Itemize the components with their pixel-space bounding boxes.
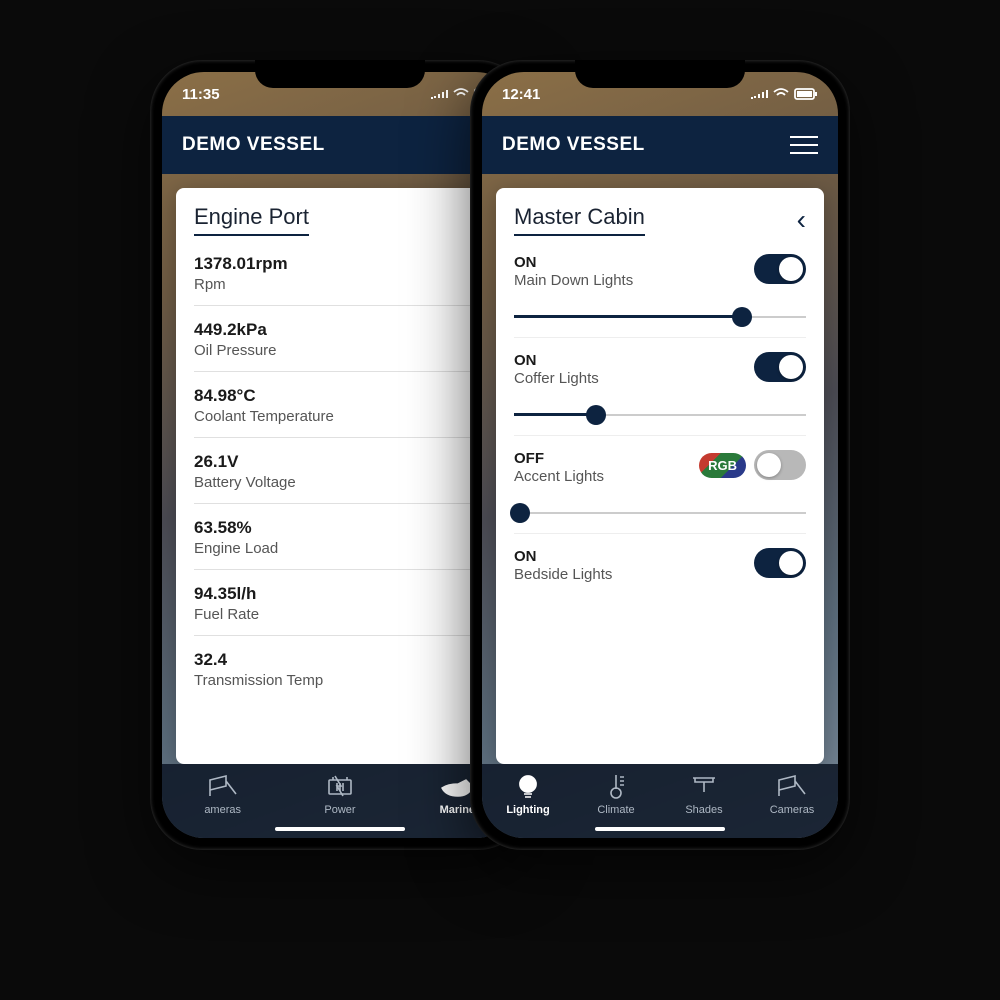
rgb-badge[interactable]: RGB <box>699 453 746 478</box>
bulb-icon <box>511 772 545 800</box>
phone-right: 12:41 DEMO VESSEL Master Cabin ‹ ON <box>470 60 850 850</box>
signal-icon <box>750 88 768 100</box>
metric-row: 63.58% Engine Load <box>194 504 486 570</box>
home-indicator <box>595 827 725 831</box>
tab-label: Shades <box>685 804 722 816</box>
tab-battery[interactable]: Power <box>307 772 373 816</box>
light-name: Bedside Lights <box>514 566 612 583</box>
content: Master Cabin ‹ ON Main Down Lights ON Co… <box>482 174 838 764</box>
light-toggle[interactable] <box>754 450 806 480</box>
light-toggle[interactable] <box>754 352 806 382</box>
screen: 12:41 DEMO VESSEL Master Cabin ‹ ON <box>482 72 838 838</box>
status-time: 11:35 <box>182 86 242 103</box>
app-header: DEMO VESSEL <box>162 116 518 174</box>
light-row: ON Main Down Lights <box>514 240 806 338</box>
tab-label: Lighting <box>506 804 549 816</box>
engine-card: Engine Port 1378.01rpm Rpm449.2kPa Oil P… <box>176 188 504 764</box>
app-title: DEMO VESSEL <box>502 134 645 156</box>
light-row: ON Bedside Lights <box>514 534 806 593</box>
metric-row: 94.35l/h Fuel Rate <box>194 570 486 636</box>
tab-label: Climate <box>597 804 634 816</box>
tab-thermo[interactable]: Climate <box>583 772 649 816</box>
metric-label: Rpm <box>194 276 486 293</box>
screen: 11:35 DEMO VESSEL Engine Port 1378.01rpm… <box>162 72 518 838</box>
signal-icon <box>430 88 448 100</box>
app-title: DEMO VESSEL <box>182 134 325 156</box>
metric-label: Engine Load <box>194 540 486 557</box>
metric-label: Coolant Temperature <box>194 408 486 425</box>
metric-label: Transmission Temp <box>194 672 486 689</box>
lighting-card: Master Cabin ‹ ON Main Down Lights ON Co… <box>496 188 824 764</box>
metric-row: 1378.01rpm Rpm <box>194 240 486 306</box>
content: Engine Port 1378.01rpm Rpm449.2kPa Oil P… <box>162 174 518 764</box>
brightness-slider[interactable] <box>514 503 806 523</box>
metric-value: 1378.01rpm <box>194 254 486 274</box>
metric-value: 63.58% <box>194 518 486 538</box>
camera-icon <box>775 772 809 800</box>
metric-value: 94.35l/h <box>194 584 486 604</box>
metric-row: 84.98°C Coolant Temperature <box>194 372 486 438</box>
light-state: ON <box>514 548 612 565</box>
tab-bulb[interactable]: Lighting <box>495 772 561 816</box>
light-name: Accent Lights <box>514 468 604 485</box>
light-row: ON Coffer Lights <box>514 338 806 436</box>
back-button[interactable]: ‹ <box>797 204 806 236</box>
battery-icon <box>794 88 818 100</box>
tab-shade[interactable]: Shades <box>671 772 737 816</box>
light-name: Main Down Lights <box>514 272 633 289</box>
metric-value: 32.4 <box>194 650 486 670</box>
light-toggle[interactable] <box>754 254 806 284</box>
card-title: Engine Port <box>194 204 309 236</box>
light-name: Coffer Lights <box>514 370 599 387</box>
notch <box>575 60 745 88</box>
app-header: DEMO VESSEL <box>482 116 838 174</box>
battery-icon <box>323 772 357 800</box>
tab-camera[interactable]: ameras <box>190 772 256 816</box>
light-row: OFF Accent Lights RGB <box>514 436 806 534</box>
tab-label: Cameras <box>770 804 815 816</box>
camera-icon <box>206 772 240 800</box>
thermo-icon <box>599 772 633 800</box>
tab-camera[interactable]: Cameras <box>759 772 825 816</box>
brightness-slider[interactable] <box>514 405 806 425</box>
home-indicator <box>275 827 405 831</box>
wifi-icon <box>453 88 469 100</box>
status-time: 12:41 <box>502 86 562 103</box>
light-state: OFF <box>514 450 604 467</box>
metric-label: Battery Voltage <box>194 474 486 491</box>
metric-label: Fuel Rate <box>194 606 486 623</box>
metric-label: Oil Pressure <box>194 342 486 359</box>
metric-value: 26.1V <box>194 452 486 472</box>
wifi-icon <box>773 88 789 100</box>
brightness-slider[interactable] <box>514 307 806 327</box>
tab-label: ameras <box>204 804 241 816</box>
metric-row: 449.2kPa Oil Pressure <box>194 306 486 372</box>
light-state: ON <box>514 352 599 369</box>
status-icons <box>750 88 818 100</box>
metric-value: 449.2kPa <box>194 320 486 340</box>
card-title: Master Cabin <box>514 204 645 236</box>
metric-value: 84.98°C <box>194 386 486 406</box>
metric-row: 32.4 Transmission Temp <box>194 636 486 701</box>
metric-row: 26.1V Battery Voltage <box>194 438 486 504</box>
light-toggle[interactable] <box>754 548 806 578</box>
tab-label: Power <box>324 804 355 816</box>
light-state: ON <box>514 254 633 271</box>
notch <box>255 60 425 88</box>
shade-icon <box>687 772 721 800</box>
menu-button[interactable] <box>790 136 818 154</box>
